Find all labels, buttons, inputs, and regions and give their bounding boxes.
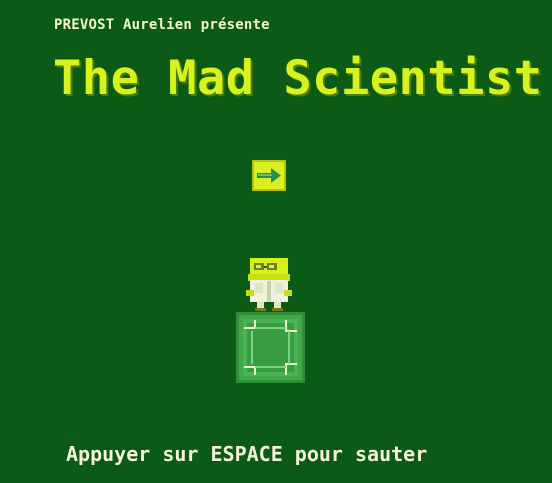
stone-block-icon [239, 315, 302, 380]
game-title: The Mad Scientist [53, 51, 543, 106]
presenter-credit: PREVOST Aurelien présente [54, 17, 270, 33]
goal-arrow-block [252, 160, 286, 191]
player-character [240, 256, 298, 311]
mad-scientist-icon [246, 258, 292, 311]
starting-platform [236, 312, 305, 383]
right-arrow-icon [257, 168, 281, 183]
game-screen[interactable]: PREVOST Aurelien présente The Mad Scient… [0, 0, 552, 483]
jump-instruction: Appuyer sur ESPACE pour sauter [66, 442, 428, 466]
